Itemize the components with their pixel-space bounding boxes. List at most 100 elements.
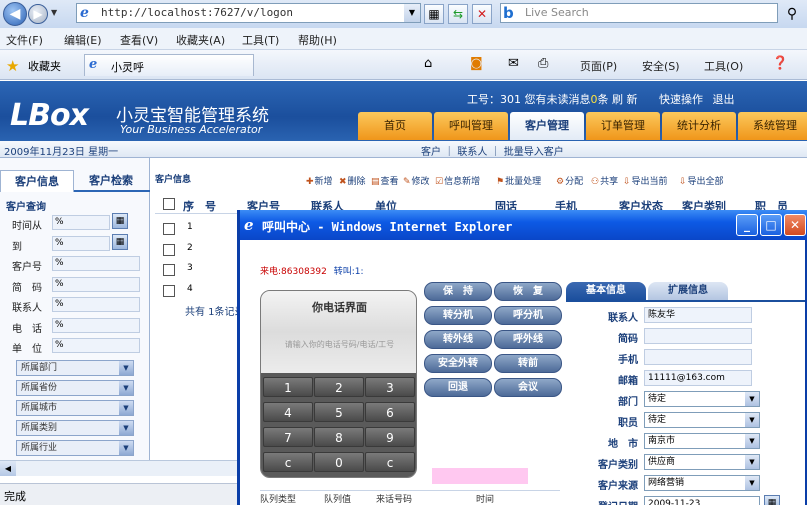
chevron-down-icon[interactable]: ▼ (119, 361, 133, 375)
toolbar-item-8[interactable]: ⇩导出当前 (623, 174, 668, 187)
call-action-button[interactable]: 会议 (494, 378, 562, 397)
key-3[interactable]: 3 (365, 377, 415, 397)
history-dropdown[interactable]: ▼ (51, 6, 63, 20)
call-action-button[interactable]: 安全外转 (424, 354, 492, 373)
browser-tab[interactable]: e 小灵呼 (84, 54, 254, 76)
page-menu[interactable]: 页面(P) (580, 58, 617, 74)
toolbar-item-2[interactable]: ▤查看 (371, 174, 399, 187)
key-cancel[interactable]: c (365, 452, 415, 472)
forward-button[interactable]: ▶ (28, 4, 48, 24)
favorites-star-icon[interactable]: ★ (6, 57, 19, 75)
info-input[interactable]: 陈友华 (644, 307, 752, 323)
home-icon[interactable]: ⌂ (424, 56, 432, 71)
menu-edit[interactable]: 编辑(E) (64, 32, 102, 48)
unread-count[interactable]: 0 (591, 93, 598, 106)
key-1[interactable]: 1 (263, 377, 313, 397)
dial-input[interactable]: 请输入你的电话号码/电话/工号 (267, 337, 412, 353)
key-clear[interactable]: c (263, 452, 313, 472)
table-row[interactable]: 1 (155, 220, 245, 240)
maximize-button[interactable]: □ (760, 214, 782, 236)
toolbar-item-4[interactable]: ☑信息新增 (435, 174, 480, 187)
menu-view[interactable]: 查看(V) (120, 32, 158, 48)
info-select[interactable]: 网络营销 ▼ (644, 475, 760, 491)
tools-menu[interactable]: 工具(O) (704, 58, 743, 74)
column-header[interactable]: 序 号 (183, 198, 216, 214)
info-input[interactable] (644, 349, 752, 365)
table-row[interactable]: 4 (155, 282, 245, 302)
select-all-checkbox[interactable] (163, 198, 175, 210)
info-select[interactable]: 供应商 ▼ (644, 454, 760, 470)
tab-extended-info[interactable]: 扩展信息 (648, 282, 728, 300)
key-7[interactable]: 7 (263, 427, 313, 447)
url-text[interactable]: http://localhost:7627/v/logon (101, 6, 293, 19)
toolbar-item-0[interactable]: ✚新增 (306, 174, 333, 187)
refresh-link[interactable]: 条 刷 新 (598, 93, 638, 106)
chevron-down-icon[interactable]: ▼ (745, 434, 759, 448)
stop-button[interactable]: ✕ (472, 4, 492, 24)
feeds-icon[interactable]: ◙ (470, 56, 483, 71)
call-action-button[interactable]: 保 持 (424, 282, 492, 301)
query-input[interactable]: % (52, 215, 110, 230)
info-input[interactable] (644, 328, 752, 344)
row-checkbox[interactable] (163, 284, 175, 297)
search-input[interactable]: Live Search (525, 6, 589, 19)
query-input[interactable]: % (52, 256, 140, 271)
favorites-button[interactable]: 收藏夹 (28, 58, 61, 74)
address-dropdown[interactable]: ▼ (404, 4, 420, 22)
key-8[interactable]: 8 (314, 427, 364, 447)
horizontal-scrollbar[interactable]: ◀ (0, 460, 238, 476)
info-select[interactable]: 待定 ▼ (644, 412, 760, 428)
key-9[interactable]: 9 (365, 427, 415, 447)
key-0[interactable]: 0 (314, 452, 364, 472)
row-checkbox[interactable] (163, 243, 175, 256)
nav-tab-1[interactable]: 呼叫管理 (434, 112, 508, 140)
query-select[interactable]: 所属部门 ▼ (16, 360, 134, 376)
call-action-button[interactable]: 呼分机 (494, 306, 562, 325)
chevron-down-icon[interactable]: ▼ (745, 413, 759, 427)
key-5[interactable]: 5 (314, 402, 364, 422)
scroll-left-icon[interactable]: ◀ (0, 461, 16, 476)
toolbar-item-5[interactable]: ⚑批量处理 (496, 174, 541, 187)
sub-links[interactable]: 客户 ｜ 联系人 ｜ 批量导入客户 (421, 143, 564, 158)
nav-tab-2[interactable]: 客户管理 (510, 112, 584, 140)
chevron-down-icon[interactable]: ▼ (745, 455, 759, 469)
row-checkbox[interactable] (163, 264, 175, 276)
table-row[interactable]: 2 (155, 241, 245, 261)
nav-tab-0[interactable]: 首页 (358, 112, 432, 140)
key-6[interactable]: 6 (365, 402, 415, 422)
calendar-icon[interactable]: ▦ (112, 233, 128, 250)
call-action-button[interactable]: 转前 (494, 354, 562, 373)
calendar-icon[interactable]: ▦ (112, 213, 128, 229)
query-input[interactable]: % (52, 276, 140, 292)
call-action-button[interactable]: 呼外线 (494, 330, 562, 349)
query-select[interactable]: 所属城市 ▼ (16, 400, 134, 416)
menu-help[interactable]: 帮助(H) (298, 32, 337, 48)
back-button[interactable]: ◀ (3, 2, 27, 26)
print-icon[interactable]: ⎙ (538, 56, 548, 71)
toolbar-item-9[interactable]: ⇩导出全部 (679, 174, 724, 187)
compatibility-button[interactable]: ▦ (424, 4, 444, 24)
query-input[interactable]: % (52, 235, 110, 251)
toolbar-item-1[interactable]: ✖删除 (339, 174, 366, 187)
nav-tab-4[interactable]: 统计分析 (662, 112, 736, 140)
query-select[interactable]: 所属行业 ▼ (16, 440, 134, 456)
date-input[interactable]: 2009-11-23 (644, 496, 760, 505)
call-action-button[interactable]: 回退 (424, 378, 492, 397)
address-bar[interactable]: e http://localhost:7627/v/logon ▼ (76, 3, 421, 23)
query-input[interactable]: % (52, 297, 140, 312)
chevron-down-icon[interactable]: ▼ (119, 441, 133, 455)
mail-icon[interactable]: ✉ (508, 56, 519, 71)
row-checkbox[interactable] (163, 223, 175, 235)
toolbar-item-3[interactable]: ✎修改 (403, 174, 430, 187)
logout-link[interactable]: 退出 (713, 93, 735, 106)
calendar-icon[interactable]: ▦ (764, 495, 780, 505)
minimize-button[interactable]: _ (736, 214, 758, 236)
help-icon[interactable]: ❓ (772, 56, 788, 71)
menu-file[interactable]: 文件(F) (6, 32, 43, 48)
tab-customer-info[interactable]: 客户信息 (0, 170, 74, 192)
key-2[interactable]: 2 (314, 377, 364, 397)
key-4[interactable]: 4 (263, 402, 313, 422)
query-input[interactable]: % (52, 338, 140, 353)
toolbar-item-7[interactable]: ⚇共享 (591, 174, 618, 187)
info-select[interactable]: 待定 ▼ (644, 391, 760, 407)
